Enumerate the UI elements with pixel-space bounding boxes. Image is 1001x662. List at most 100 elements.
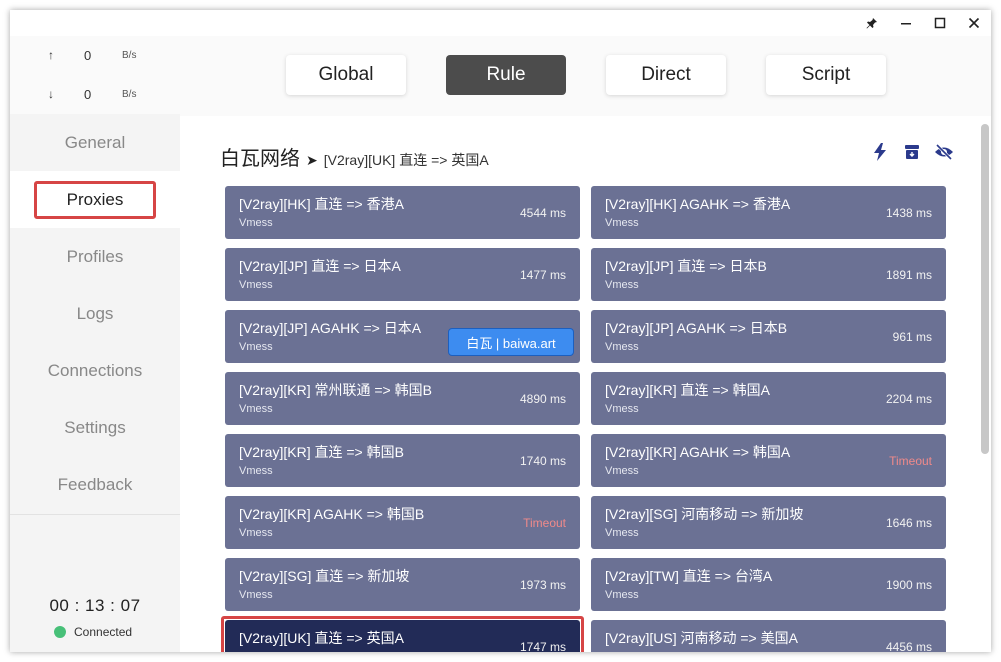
proxy-type: Vmess [239,279,273,291]
proxy-delay[interactable]: 1477 ms [520,268,566,282]
proxy-type: Vmess [239,589,273,601]
proxy-type: Vmess [605,465,639,477]
sidebar-divider [10,514,180,515]
connection-status: Connected [54,625,132,639]
proxy-name: [V2ray][KR] 直连 => 韩国B [239,444,404,460]
proxy-card[interactable]: [V2ray][US] 河南移动 => 美国A Vmess 4456 ms [591,620,946,652]
proxy-type: Vmess [605,279,639,291]
proxy-delay[interactable]: 1900 ms [886,578,932,592]
download-speed: ↓ 0 B/s [10,85,180,105]
sidebar-item-logs[interactable]: Logs [10,285,180,342]
sidebar-item-connections[interactable]: Connections [10,342,180,399]
proxy-card[interactable]: [V2ray][HK] AGAHK => 香港A Vmess 1438 ms [591,186,946,239]
scrollbar-thumb[interactable] [981,124,989,454]
proxy-name: [V2ray][KR] AGAHK => 韩国B [239,506,425,522]
sidebar: ↑ 0 B/s ↓ 0 B/s General Proxies Profiles… [10,36,180,652]
proxy-delay[interactable]: 4456 ms [886,640,932,652]
proxy-delay[interactable]: 1973 ms [520,578,566,592]
proxy-card[interactable]: [V2ray][JP] 直连 => 日本A Vmess 1477 ms [225,248,580,301]
proxy-delay[interactable]: 4544 ms [520,206,566,220]
proxy-type: Vmess [239,341,273,353]
download-arrow-icon: ↓ [48,87,54,101]
sidebar-item-general[interactable]: General [10,114,180,171]
proxy-delay[interactable]: 1891 ms [886,268,932,282]
download-unit: B/s [122,89,137,100]
proxy-type: Vmess [605,589,639,601]
mode-label: Direct [641,64,691,85]
sidebar-item-label: Logs [76,303,114,323]
proxy-name: [V2ray][HK] AGAHK => 香港A [605,196,791,212]
proxy-card[interactable]: [V2ray][SG] 河南移动 => 新加坡 Vmess 1646 ms [591,496,946,549]
scrollbar[interactable] [981,124,991,454]
sidebar-item-label: Proxies [34,180,156,219]
proxy-name: [V2ray][US] 河南移动 => 美国A [605,630,798,646]
proxy-card[interactable]: [V2ray][TW] 直连 => 台湾A Vmess 1900 ms [591,558,946,611]
upload-value: 0 [84,48,92,63]
sidebar-item-label: General [64,132,126,152]
status-label: Connected [74,625,133,639]
proxy-delay[interactable]: 4890 ms [520,392,566,406]
proxy-card[interactable]: [V2ray][KR] AGAHK => 韩国A Vmess Timeout [591,434,946,487]
maximize-icon[interactable] [923,10,957,36]
mode-script-button[interactable]: Script [766,55,886,95]
sidebar-item-proxies[interactable]: Proxies [10,171,180,228]
proxy-card[interactable]: [V2ray][HK] 直连 => 香港A Vmess 4544 ms [225,186,580,239]
proxy-card[interactable]: [V2ray][KR] AGAHK => 韩国B Vmess Timeout [225,496,580,549]
proxy-type: Vmess [605,651,639,652]
window-controls [855,10,991,36]
proxy-name: [V2ray][HK] 直连 => 香港A [239,196,404,212]
proxy-delay[interactable]: 961 ms [893,330,932,344]
proxy-type: Vmess [605,341,639,353]
proxy-delay[interactable]: Timeout [889,454,932,468]
group-title: 白瓦网络 [220,148,300,170]
proxy-delay[interactable]: 1438 ms [886,206,932,220]
group-actions [870,142,954,162]
proxy-card[interactable]: [V2ray][SG] 直连 => 新加坡 Vmess 1973 ms [225,558,580,611]
sidebar-item-feedback[interactable]: Feedback [10,456,180,513]
group-current-proxy: [V2ray][UK] 直连 => 英国A [323,152,489,168]
arrow-right-icon: ➤ [306,152,318,168]
proxy-name: [V2ray][JP] AGAHK => 日本A [239,320,422,336]
proxy-name: [V2ray][SG] 河南移动 => 新加坡 [605,506,804,522]
sidebar-item-label: Profiles [66,246,124,266]
eye-off-icon[interactable] [934,142,954,162]
sidebar-item-label: Settings [64,417,126,437]
proxy-name: [V2ray][KR] 直连 => 韩国A [605,382,770,398]
proxy-card[interactable]: [V2ray][KR] 常州联通 => 韩国B Vmess 4890 ms [225,372,580,425]
pin-icon[interactable] [855,10,889,36]
upload-unit: B/s [122,50,137,61]
proxy-card[interactable]: [V2ray][KR] 直连 => 韩国A Vmess 2204 ms [591,372,946,425]
watermark: 白瓦 | baiwa.art [448,328,574,356]
close-icon[interactable] [957,10,991,36]
lightning-icon[interactable] [870,142,890,162]
upload-arrow-icon: ↑ [48,48,54,62]
proxy-type: Vmess [605,217,639,229]
proxy-group-header[interactable]: 白瓦网络 ➤ [V2ray][UK] 直连 => 英国A [220,142,489,171]
proxy-card[interactable]: [V2ray][JP] AGAHK => 日本B Vmess 961 ms [591,310,946,363]
uptime-timer: 00 : 13 : 07 [49,596,141,615]
proxy-type: Vmess [605,527,639,539]
proxy-type: Vmess [239,527,273,539]
sidebar-item-label: Feedback [57,474,133,494]
proxy-type: Vmess [605,403,639,415]
proxy-card[interactable]: [V2ray][JP] 直连 => 日本B Vmess 1891 ms [591,248,946,301]
sidebar-item-profiles[interactable]: Profiles [10,228,180,285]
traffic-panel: ↑ 0 B/s ↓ 0 B/s [10,36,180,114]
download-value: 0 [84,87,92,102]
mode-rule-button[interactable]: Rule [446,55,566,95]
minimize-icon[interactable] [889,10,923,36]
archive-icon[interactable] [902,142,922,162]
sidebar-item-settings[interactable]: Settings [10,399,180,456]
proxy-name: [V2ray][JP] AGAHK => 日本B [605,320,788,336]
mode-direct-button[interactable]: Direct [606,55,726,95]
proxy-delay[interactable]: 1646 ms [886,516,932,530]
proxy-card[interactable]: [V2ray][KR] 直连 => 韩国B Vmess 1740 ms [225,434,580,487]
mode-global-button[interactable]: Global [286,55,406,95]
proxy-name: [V2ray][JP] 直连 => 日本B [605,258,767,274]
proxy-delay[interactable]: 2204 ms [886,392,932,406]
proxy-name: [V2ray][JP] 直连 => 日本A [239,258,401,274]
proxy-delay[interactable]: 1740 ms [520,454,566,468]
sidebar-item-label: Connections [47,360,143,380]
proxy-delay[interactable]: Timeout [523,516,566,530]
proxy-name: [V2ray][KR] AGAHK => 韩国A [605,444,791,460]
